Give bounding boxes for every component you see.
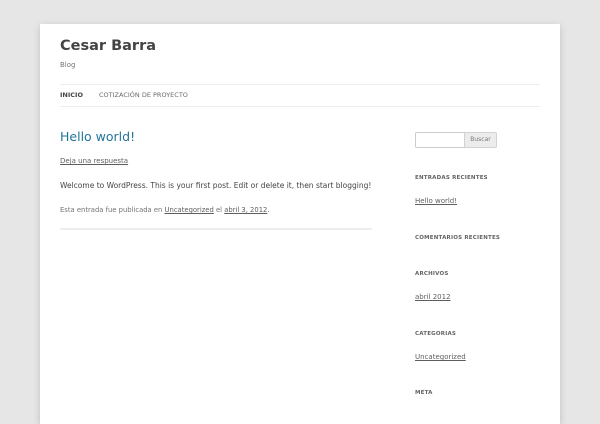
widget-title-archives: ARCHIVOS xyxy=(415,271,449,277)
nav-item-cotizacion[interactable]: COTIZACIÓN DE PROYECTO xyxy=(99,91,188,99)
post-title[interactable]: Hello world! xyxy=(60,129,135,144)
meta-mid: el xyxy=(213,206,225,214)
site-title[interactable]: Cesar Barra xyxy=(60,38,156,54)
meta-suffix: . xyxy=(267,206,270,214)
post-content: Welcome to WordPress. This is your first… xyxy=(60,181,372,190)
site-description: Blog xyxy=(60,61,76,69)
nav-item-inicio[interactable]: INICIO xyxy=(60,91,83,99)
search-button[interactable]: Buscar xyxy=(464,132,497,148)
post-meta: Esta entrada fue publicada en Uncategori… xyxy=(60,206,270,214)
category-link[interactable]: Uncategorized xyxy=(165,206,214,214)
divider xyxy=(60,106,540,107)
date-link[interactable]: abril 3, 2012 xyxy=(224,206,267,214)
widget-title-recent-comments: COMENTARIOS RECIENTES xyxy=(415,235,501,241)
recent-post-link[interactable]: Hello world! xyxy=(415,197,457,205)
page-container: Cesar Barra Blog INICIO COTIZACIÓN DE PR… xyxy=(40,24,560,424)
widget-title-meta: META xyxy=(415,390,433,396)
archive-link[interactable]: abril 2012 xyxy=(415,293,451,301)
widget-title-categories: CATEGORIAS xyxy=(415,331,457,337)
divider xyxy=(60,84,540,85)
meta-prefix: Esta entrada fue publicada en xyxy=(60,206,165,214)
reply-link[interactable]: Deja una respuesta xyxy=(60,157,128,165)
divider xyxy=(60,228,372,230)
widget-title-recent-posts: ENTRADAS RECIENTES xyxy=(415,175,488,181)
category-widget-link[interactable]: Uncategorized xyxy=(415,353,466,361)
